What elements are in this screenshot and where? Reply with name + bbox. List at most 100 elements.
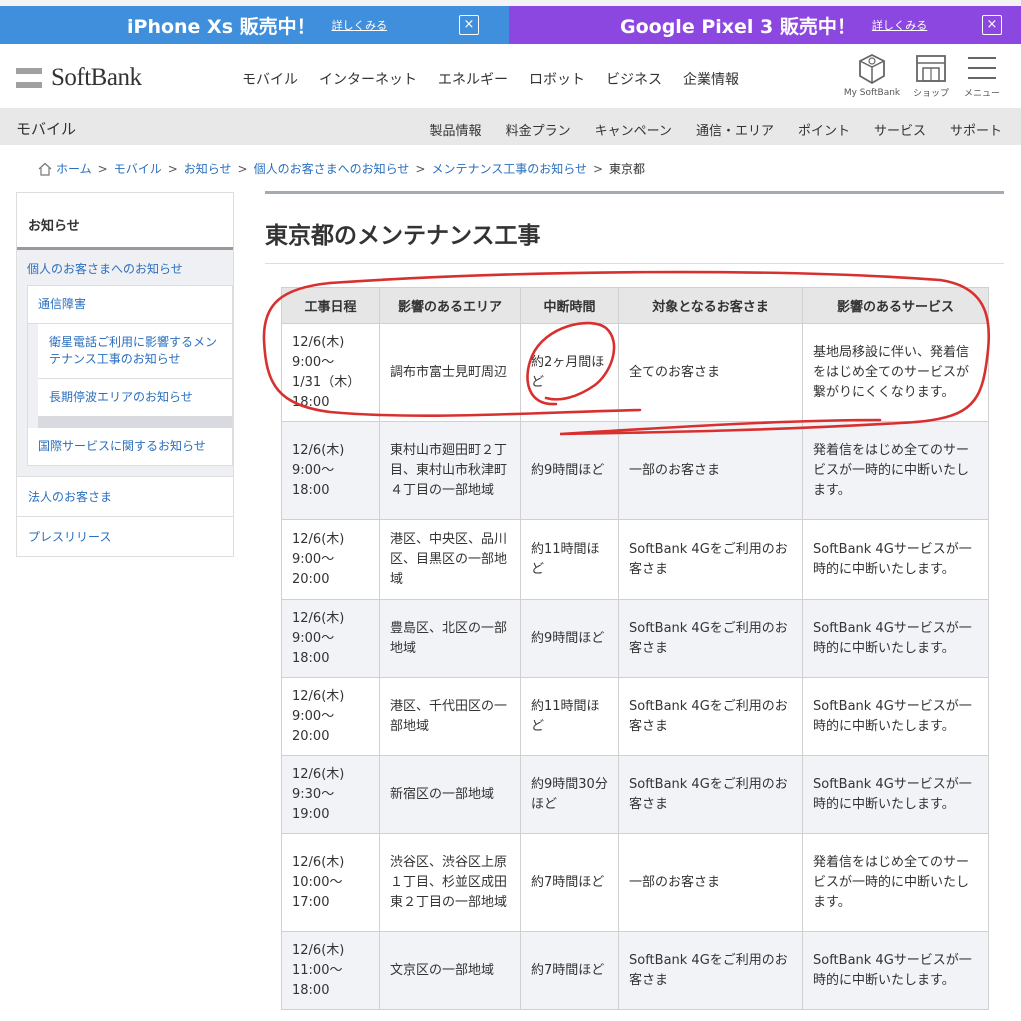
cell-area: 港区、中央区、品川区、目黒区の一部地域 [379,519,521,600]
subnav-title[interactable]: モバイル [16,118,76,139]
cell-target: SoftBank 4Gをご利用のお客さま [618,677,803,756]
home-icon [38,162,52,176]
table-body: 12/6(木) 9:00〜 1/31（木） 18:00 調布市富士見町周辺 約2ヶ月… [281,323,989,1010]
breadcrumb: ホーム > モバイル > お知らせ > 個人のお客さまへのお知らせ > メンテナンス工事… [38,160,645,177]
logo-mark-icon [16,68,42,88]
table-row: 12/6(木) 9:30〜 19:00 新宿区の一部地域 約9時間30分ほど Soft… [281,755,989,834]
shop-icon [916,55,946,82]
cell-date: 12/6(木) 9:00〜 18:00 [281,599,380,678]
main-nav: モバイル インターネット エネルギー ロボット ビジネス 企業情報 [242,69,760,89]
table-header-row: 工事日程 影響のあるエリア 中断時間 対象となるお客さま 影響のあるサービス [281,287,989,324]
main-top-rule [265,191,1004,194]
cell-target: SoftBank 4Gをご利用のお客さま [618,599,803,678]
cell-service: SoftBank 4Gサービスが一時的に中断いたします。 [802,755,989,834]
my-softbank-button[interactable]: My SoftBank [842,53,902,98]
cell-service: 基地局移設に伴い、発着信をはじめ全てのサービスが繋がりにくくなります。 [802,323,989,422]
nav-corporate[interactable]: 企業情報 [683,69,739,89]
table-row: 12/6(木) 9:00〜 1/31（木） 18:00 調布市富士見町周辺 約2ヶ月… [281,323,989,422]
col-header-service: 影響のあるサービス [802,287,989,324]
promo-title: Google Pixel 3 販売中！ [620,15,856,38]
subnav-campaign[interactable]: キャンペーン [595,120,672,139]
cell-area: 調布市富士見町周辺 [379,323,521,422]
site-header: SoftBank モバイル インターネット エネルギー ロボット ビジネス 企業… [0,44,1021,108]
softbank-logo[interactable]: SoftBank [16,64,142,92]
cell-service: SoftBank 4Gサービスが一時的に中断いたします。 [802,931,989,1010]
sidebar-item-outage[interactable]: 通信障害 [28,286,232,324]
sidebar-item-international[interactable]: 国際サービスに関するお知らせ [28,428,232,465]
table-row: 12/6(木) 9:00〜 18:00 豊島区、北区の一部地域 約9時間ほど Soft… [281,599,989,678]
cell-date: 12/6(木) 9:30〜 19:00 [281,755,380,834]
cell-service: 発着信をはじめ全てのサービスが一時的に中断いたします。 [802,833,989,932]
col-header-target: 対象となるお客さま [618,287,803,324]
cell-service: SoftBank 4Gサービスが一時的に中断いたします。 [802,519,989,600]
breadcrumb-personal[interactable]: 個人のお客さまへのお知らせ [254,160,410,177]
breadcrumb-maintenance[interactable]: メンテナンス工事のお知らせ [431,160,587,177]
sidebar-item-corporate[interactable]: 法人のお客さま [17,476,233,516]
table-row: 12/6(木) 10:00〜 17:00 渋谷区、渋谷区上原１丁目、杉並区成田東２… [281,833,989,932]
subnav-points[interactable]: ポイント [798,120,850,139]
table-row: 12/6(木) 9:00〜 18:00 東村山市廻田町２丁目、東村山市秋津町４丁目… [281,421,989,520]
cell-duration: 約7時間ほど [520,833,619,932]
sidebar-item-satellite[interactable]: 衛星電話ご利用に影響するメンテナンス工事のお知らせ [38,324,232,379]
cell-area: 文京区の一部地域 [379,931,521,1010]
nav-internet[interactable]: インターネット [319,69,417,89]
cell-date: 12/6(木) 9:00〜 20:00 [281,677,380,756]
close-icon[interactable]: × [982,15,1002,35]
cell-duration: 約9時間ほど [520,421,619,520]
cell-duration: 約11時間ほど [520,519,619,600]
promo-title: iPhone Xs 販売中！ [127,15,316,38]
title-divider [265,263,1004,264]
subnav-area[interactable]: 通信・エリア [696,120,774,139]
cell-duration: 約11時間ほど [520,677,619,756]
sub-nav: モバイル 製品情報 料金プラン キャンペーン 通信・エリア ポイント サービス … [0,108,1021,145]
cell-area: 港区、千代田区の一部地域 [379,677,521,756]
menu-icon [968,57,996,79]
logo-text: SoftBank [51,64,142,91]
promo-banner-iphone[interactable]: iPhone Xs 販売中！ 詳しくみる × [0,6,509,44]
col-header-duration: 中断時間 [520,287,619,324]
cell-service: 発着信をはじめ全てのサービスが一時的に中断いたします。 [802,421,989,520]
nav-business[interactable]: ビジネス [606,69,662,89]
nav-energy[interactable]: エネルギー [438,69,508,89]
maintenance-table: 工事日程 影響のあるエリア 中断時間 対象となるお客さま 影響のあるサービス 1… [281,287,989,1010]
cell-duration: 約9時間30分ほど [520,755,619,834]
my-softbank-label: My SoftBank [843,88,901,98]
table-row: 12/6(木) 11:00〜 18:00 文京区の一部地域 約7時間ほど SoftBa… [281,931,989,1010]
menu-label: メニュー [963,89,1000,99]
breadcrumb-mobile[interactable]: モバイル [114,160,162,177]
table-row: 12/6(木) 9:00〜 20:00 港区、千代田区の一部地域 約11時間ほど So… [281,677,989,756]
breadcrumb-current: 東京都 [609,162,646,176]
cell-date: 12/6(木) 10:00〜 17:00 [281,833,380,932]
cell-date: 12/6(木) 11:00〜 18:00 [281,931,380,1010]
cell-date: 12/6(木) 9:00〜 18:00 [281,421,380,520]
subnav-support[interactable]: サポート [950,120,1002,139]
sidebar-subgroup: 衛星電話ご利用に影響するメンテナンス工事のお知らせ 長期停波エリアのお知らせ [28,324,232,428]
menu-button[interactable]: メニュー [952,53,1012,99]
sidebar: お知らせ 個人のお客さまへのお知らせ 通信障害 衛星電話ご利用に影響するメンテナ… [16,192,234,557]
cell-area: 東村山市廻田町２丁目、東村山市秋津町４丁目の一部地域 [379,421,521,520]
sidebar-group: 通信障害 衛星電話ご利用に影響するメンテナンス工事のお知らせ 長期停波エリアのお… [17,285,233,476]
subnav-links: 製品情報 料金プラン キャンペーン 通信・エリア ポイント サービス サポート [406,120,1002,139]
cell-area: 豊島区、北区の一部地域 [379,599,521,678]
breadcrumb-news[interactable]: お知らせ [184,160,232,177]
cell-target: 全てのお客さま [618,323,803,422]
nav-mobile[interactable]: モバイル [242,69,298,89]
cell-target: SoftBank 4Gをご利用のお客さま [618,931,803,1010]
close-icon[interactable]: × [459,15,479,35]
cell-target: 一部のお客さま [618,833,803,932]
subnav-plans[interactable]: 料金プラン [506,120,571,139]
sidebar-item-long-outage[interactable]: 長期停波エリアのお知らせ [38,379,232,416]
nav-robot[interactable]: ロボット [529,69,585,89]
cell-date: 12/6(木) 9:00〜 20:00 [281,519,380,600]
sidebar-item-personal[interactable]: 個人のお客さまへのお知らせ [17,250,233,285]
promo-more-link[interactable]: 詳しくみる [872,17,927,33]
breadcrumb-home[interactable]: ホーム [56,160,92,177]
subnav-services[interactable]: サービス [874,120,926,139]
subnav-products[interactable]: 製品情報 [430,120,482,139]
cell-duration: 約7時間ほど [520,931,619,1010]
col-header-date: 工事日程 [281,287,380,324]
sidebar-item-press[interactable]: プレスリリース [17,516,233,556]
promo-banner-pixel[interactable]: Google Pixel 3 販売中！ 詳しくみる × [509,6,1021,44]
promo-more-link[interactable]: 詳しくみる [332,17,387,33]
cell-service: SoftBank 4Gサービスが一時的に中断いたします。 [802,677,989,756]
